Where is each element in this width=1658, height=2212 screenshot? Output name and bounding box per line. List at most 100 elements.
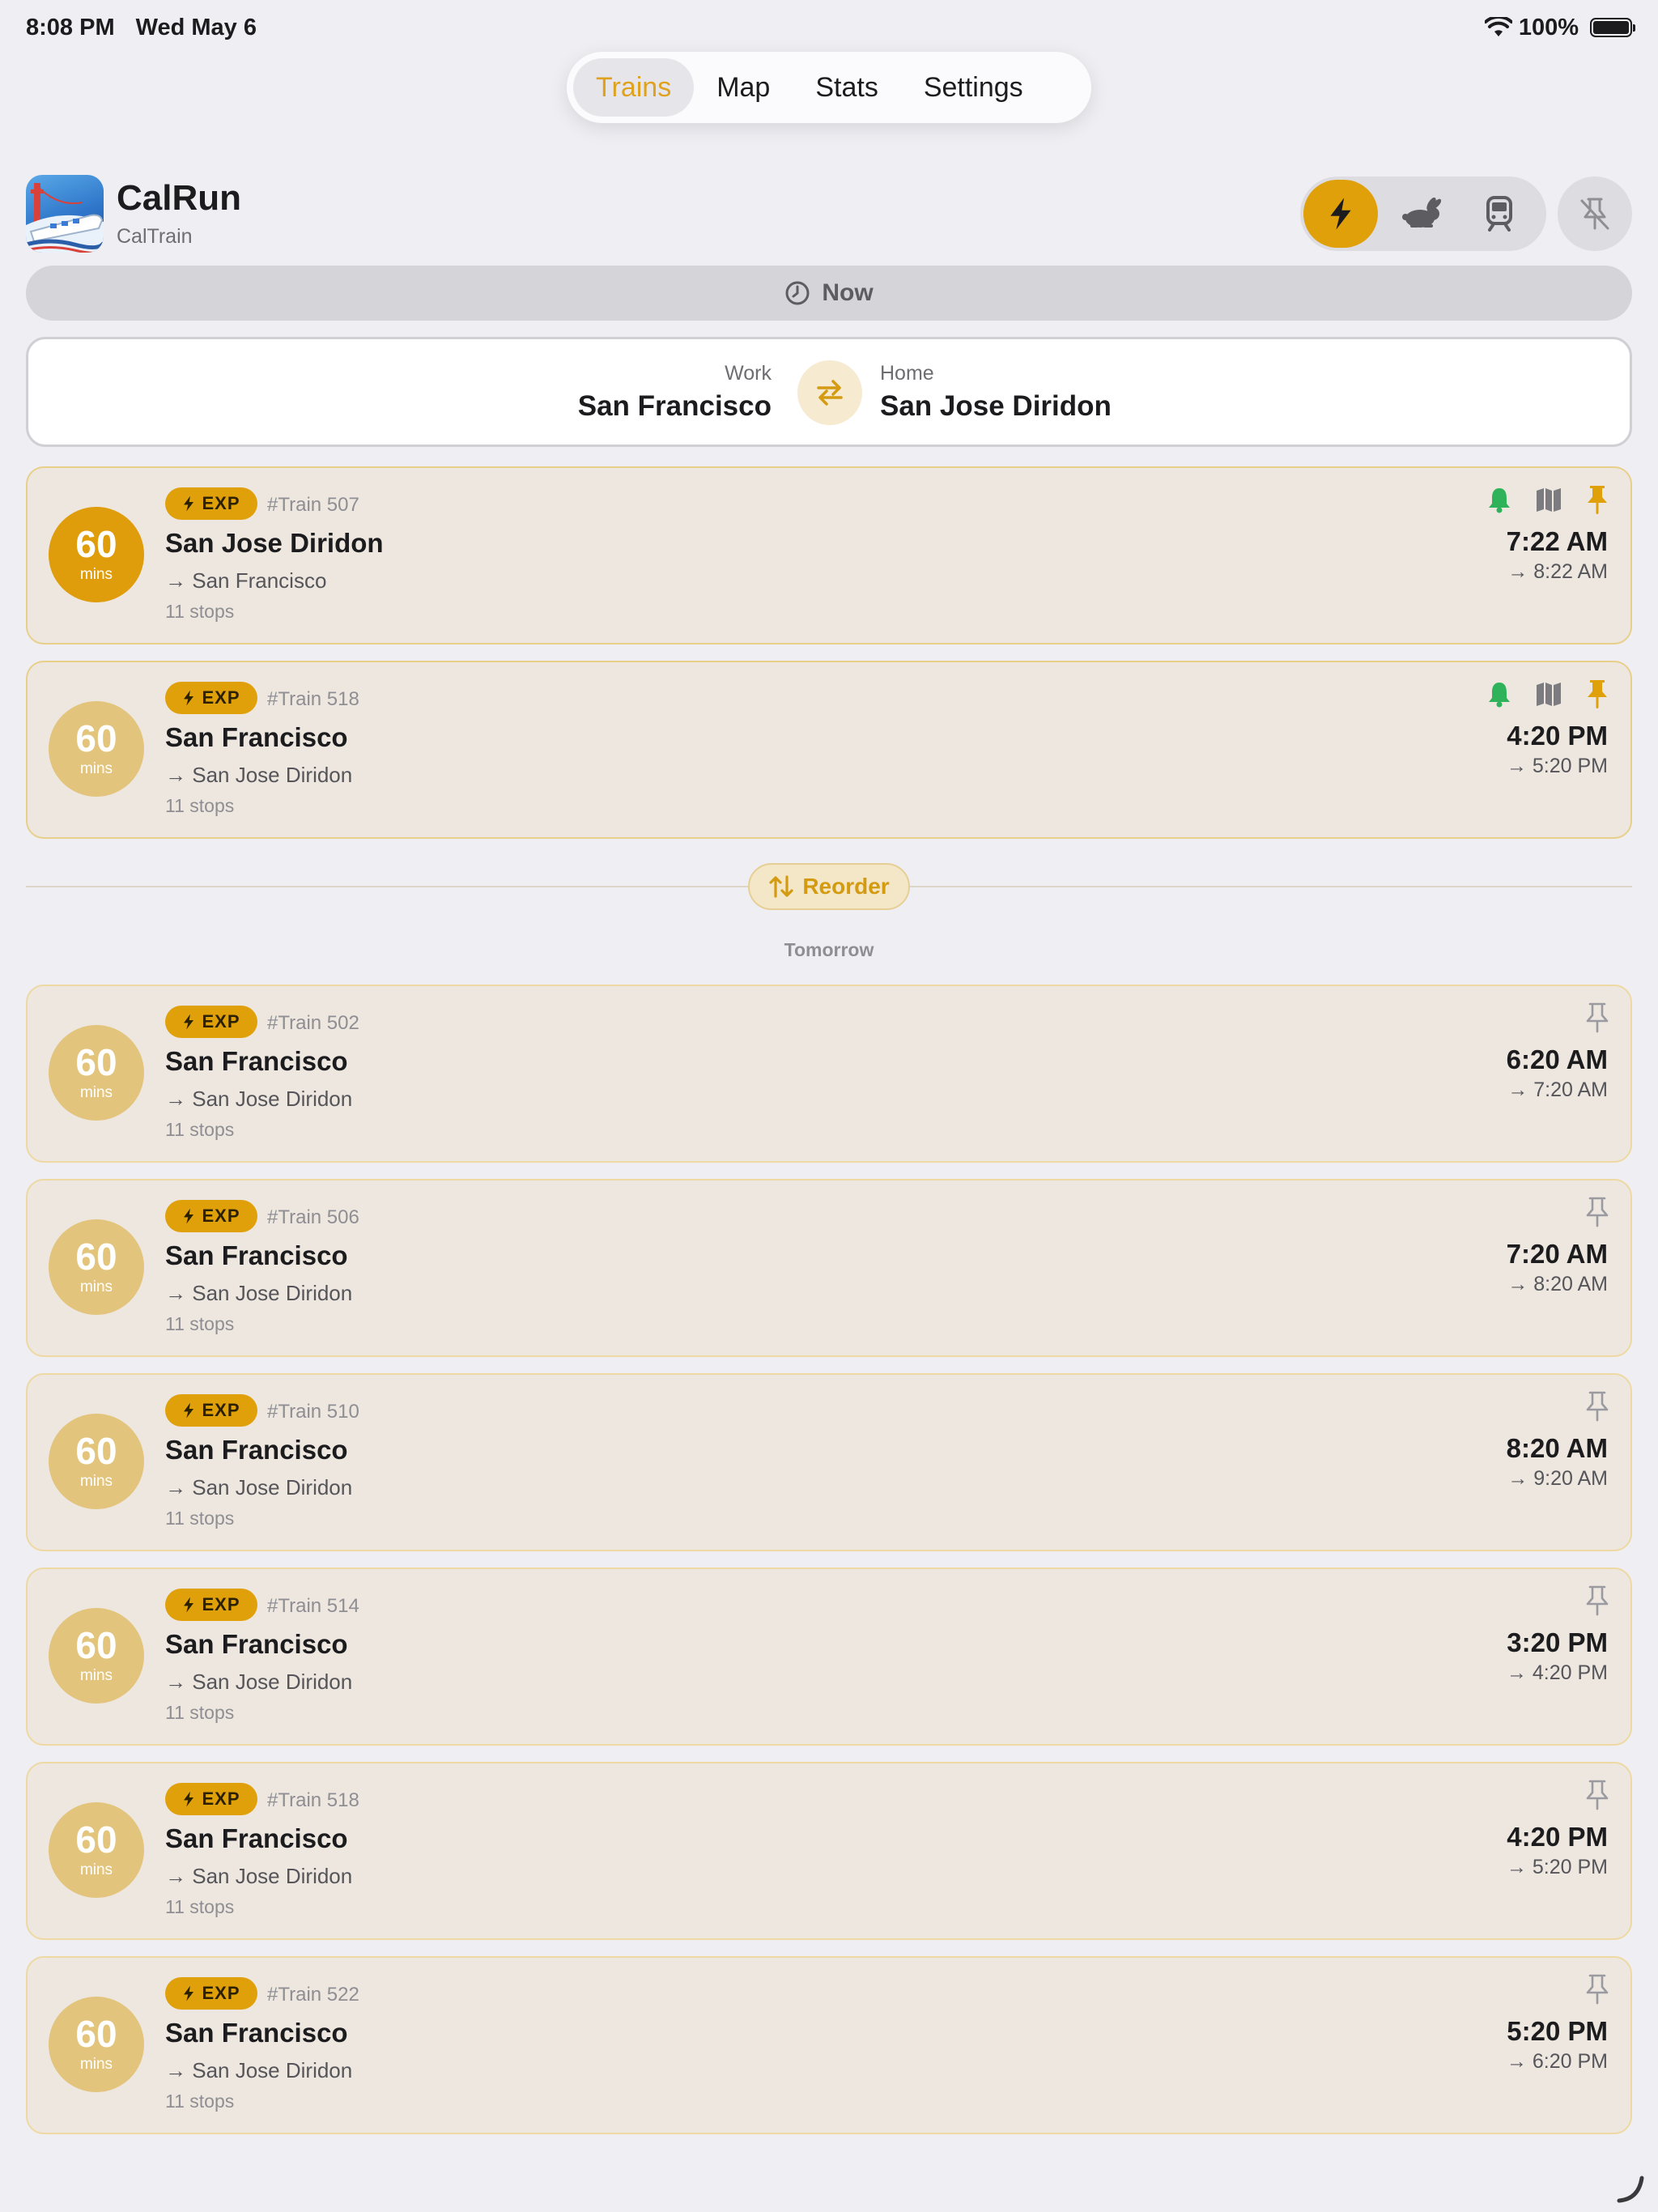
status-date: Wed May 6 bbox=[135, 14, 257, 40]
pin-outline-icon[interactable] bbox=[1585, 1780, 1609, 1810]
route-to[interactable]: Home San Jose Diridon bbox=[880, 362, 1112, 423]
train-origin: San Francisco bbox=[165, 2018, 348, 2048]
lightning-icon bbox=[184, 1208, 194, 1224]
train-stops: 11 stops bbox=[165, 1313, 235, 1334]
express-badge: EXP bbox=[165, 1783, 257, 1815]
duration-badge: 60 mins bbox=[49, 1608, 144, 1704]
pin-icon[interactable] bbox=[1585, 678, 1609, 709]
train-destination: → San Jose Diridon bbox=[165, 1087, 353, 1111]
train-origin: San Francisco bbox=[165, 1046, 348, 1076]
time-selector-label: Now bbox=[822, 279, 874, 306]
bell-icon[interactable] bbox=[1486, 486, 1512, 513]
train-card[interactable]: 60 mins EXP #Train 514 San Francisco → San Jo… bbox=[26, 1568, 1632, 1746]
pin-outline-icon[interactable] bbox=[1585, 1585, 1609, 1616]
pin-outline-icon[interactable] bbox=[1585, 1974, 1609, 2005]
map-icon[interactable] bbox=[1535, 681, 1562, 707]
route-from-label: Work bbox=[725, 362, 772, 385]
train-stops: 11 stops bbox=[165, 795, 235, 816]
section-heading-tomorrow: Tomorrow bbox=[784, 939, 874, 960]
route-from[interactable]: Work San Francisco bbox=[578, 362, 772, 423]
rabbit-icon bbox=[1402, 198, 1441, 228]
train-origin: San Francisco bbox=[165, 1240, 348, 1270]
train-origin: San Francisco bbox=[165, 1823, 348, 1853]
filter-express-button[interactable] bbox=[1303, 180, 1378, 248]
train-destination: → San Jose Diridon bbox=[165, 2058, 353, 2082]
express-badge: EXP bbox=[165, 1006, 257, 1038]
top-tab-bar: Trains Map Stats Settings bbox=[567, 52, 1091, 123]
lightning-icon bbox=[184, 690, 194, 706]
train-number: #Train 506 bbox=[267, 1206, 359, 1228]
tab-map[interactable]: Map bbox=[694, 58, 793, 117]
status-time: 8:08 PM bbox=[26, 14, 115, 40]
departure-time: 4:20 PM bbox=[1507, 1822, 1608, 1852]
train-stops: 11 stops bbox=[165, 1702, 235, 1723]
reorder-arrows-icon bbox=[769, 875, 793, 898]
departure-time: 6:20 AM bbox=[1506, 1044, 1608, 1074]
train-origin: San Francisco bbox=[165, 1435, 348, 1465]
train-type-filter bbox=[1300, 177, 1546, 251]
train-card[interactable]: 60 mins EXP #Train 522 San Francisco → San Jo… bbox=[26, 1956, 1632, 2134]
train-card[interactable]: 60 mins EXP #Train 502 San Francisco → San Jo… bbox=[26, 985, 1632, 1163]
lightning-icon bbox=[184, 1014, 194, 1030]
bell-icon[interactable] bbox=[1486, 680, 1512, 708]
duration-badge: 60 mins bbox=[49, 1997, 144, 2092]
lightning-icon bbox=[1330, 198, 1351, 230]
tab-stats[interactable]: Stats bbox=[793, 58, 900, 117]
map-icon[interactable] bbox=[1535, 487, 1562, 513]
filter-local-button[interactable] bbox=[1462, 180, 1537, 248]
departure-time: 7:22 AM bbox=[1506, 526, 1608, 556]
lightning-icon bbox=[184, 1791, 194, 1807]
pin-slash-icon bbox=[1580, 198, 1609, 230]
pin-outline-icon[interactable] bbox=[1585, 1391, 1609, 1422]
route-to-label: Home bbox=[880, 362, 934, 385]
unpin-all-button[interactable] bbox=[1558, 177, 1632, 251]
train-origin: San Francisco bbox=[165, 722, 348, 752]
express-badge: EXP bbox=[165, 1394, 257, 1427]
battery-icon bbox=[1590, 18, 1635, 37]
battery-percent: 100% bbox=[1518, 14, 1579, 40]
duration-badge: 60 mins bbox=[49, 701, 144, 797]
train-number: #Train 502 bbox=[267, 1012, 359, 1034]
tab-settings[interactable]: Settings bbox=[901, 58, 1046, 117]
train-stops: 11 stops bbox=[165, 2091, 235, 2112]
duration-badge: 60 mins bbox=[49, 1802, 144, 1898]
route-card: Work San Francisco Home San Jose Diridon bbox=[26, 337, 1632, 447]
train-origin: San Francisco bbox=[165, 1629, 348, 1659]
train-card[interactable]: 60 mins EXP #Train 510 San Francisco → San Jo… bbox=[26, 1373, 1632, 1551]
card-actions bbox=[1486, 678, 1609, 709]
status-right: 100% bbox=[1484, 14, 1635, 41]
app-title: CalRun bbox=[117, 178, 241, 218]
route-from-station: San Francisco bbox=[577, 390, 772, 422]
pinned-train-card[interactable]: 60 mins EXP #Train 507 San Jose Diridon … bbox=[26, 466, 1632, 644]
pin-icon[interactable] bbox=[1585, 484, 1609, 515]
arrival-time: → 9:20 AM bbox=[1507, 1467, 1608, 1490]
train-card[interactable]: 60 mins EXP #Train 518 San Francisco → San Jo… bbox=[26, 1762, 1632, 1940]
train-card[interactable]: 60 mins EXP #Train 506 San Francisco → San Jo… bbox=[26, 1179, 1632, 1357]
departure-time: 3:20 PM bbox=[1507, 1627, 1608, 1657]
swap-arrows-icon bbox=[817, 380, 843, 406]
app-logo bbox=[26, 175, 104, 253]
card-actions bbox=[1585, 1585, 1609, 1616]
filter-limited-button[interactable] bbox=[1383, 180, 1457, 248]
swap-direction-button[interactable] bbox=[797, 360, 862, 425]
express-badge: EXP bbox=[165, 1200, 257, 1232]
pinned-train-card[interactable]: 60 mins EXP #Train 518 San Francisco → S… bbox=[26, 661, 1632, 839]
departure-time: 5:20 PM bbox=[1507, 2016, 1608, 2046]
departure-time: 4:20 PM bbox=[1507, 721, 1608, 751]
duration-badge: 60 mins bbox=[49, 507, 144, 602]
tab-trains[interactable]: Trains bbox=[573, 58, 695, 117]
train-number: #Train 522 bbox=[267, 1984, 359, 2006]
train-icon bbox=[1486, 196, 1512, 232]
pin-outline-icon[interactable] bbox=[1585, 1197, 1609, 1227]
train-stops: 11 stops bbox=[165, 1896, 235, 1917]
card-actions bbox=[1585, 1780, 1609, 1810]
train-origin: San Jose Diridon bbox=[165, 528, 384, 558]
pin-outline-icon[interactable] bbox=[1585, 1002, 1609, 1033]
arrival-time: → 8:22 AM bbox=[1507, 560, 1608, 583]
arrival-time: → 5:20 PM bbox=[1506, 755, 1608, 777]
train-stops: 11 stops bbox=[165, 601, 235, 622]
reorder-button[interactable]: Reorder bbox=[748, 863, 910, 910]
train-destination: → San Jose Diridon bbox=[165, 1281, 353, 1305]
time-selector[interactable]: Now bbox=[26, 266, 1632, 321]
train-destination: → San Jose Diridon bbox=[165, 1670, 353, 1694]
